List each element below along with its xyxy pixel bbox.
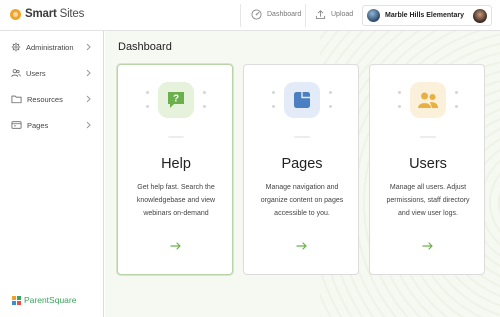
sidebar: Administration Users Resources Pages Par… bbox=[0, 31, 104, 317]
dashboard-link-label: Dashboard bbox=[267, 11, 302, 18]
sidebar-item-label: Users bbox=[26, 68, 46, 78]
card-title: Pages bbox=[281, 156, 323, 172]
decor-dot bbox=[203, 105, 206, 108]
sidebar-item-label: Pages bbox=[27, 120, 49, 130]
sidebar-item-users[interactable]: Users bbox=[0, 60, 104, 86]
parentsquare-logo[interactable]: ParentSquare bbox=[12, 295, 76, 305]
sidebar-item-resources[interactable]: Resources bbox=[0, 86, 104, 112]
chevron-right-icon bbox=[86, 95, 91, 103]
card-description: Manage navigation and organize content o… bbox=[260, 184, 344, 217]
brand-name-bold: Smart bbox=[25, 8, 57, 20]
brand-mark-icon bbox=[10, 8, 21, 20]
pages-card[interactable]: Pages Manage navigation and organize con… bbox=[243, 64, 359, 275]
topbar-divider bbox=[240, 4, 241, 27]
arrow-right-icon[interactable] bbox=[170, 242, 182, 250]
topbar-divider bbox=[305, 4, 306, 27]
decor-dot bbox=[272, 105, 275, 108]
icon-shadow bbox=[420, 136, 436, 138]
decor-dot bbox=[272, 91, 275, 94]
chevron-right-icon bbox=[86, 121, 91, 129]
help-chat-icon: ? bbox=[158, 82, 194, 118]
smart-sites-logo[interactable]: Smart Sites bbox=[10, 8, 84, 20]
arrow-right-icon[interactable] bbox=[422, 242, 434, 250]
sidebar-item-pages[interactable]: Pages bbox=[0, 112, 104, 138]
decor-dot bbox=[146, 105, 149, 108]
parentsquare-mark-icon bbox=[12, 295, 21, 305]
decor-dot bbox=[398, 105, 401, 108]
decor-dot bbox=[455, 105, 458, 108]
sidebar-item-label: Administration bbox=[26, 42, 74, 52]
icon-shadow bbox=[294, 136, 310, 138]
upload-link-label: Upload bbox=[331, 11, 354, 18]
dashboard-link[interactable]: Dashboard bbox=[251, 9, 301, 20]
gear-icon bbox=[11, 42, 21, 52]
school-name: Marble Hills Elementary bbox=[385, 12, 464, 19]
school-switcher[interactable]: Marble Hills Elementary bbox=[362, 5, 492, 26]
main-content: Dashboard ? Help Get help fast. Search t… bbox=[105, 31, 500, 317]
card-title: Help bbox=[161, 156, 191, 172]
chevron-right-icon bbox=[86, 43, 91, 51]
upload-link[interactable]: Upload bbox=[315, 9, 353, 20]
user-avatar[interactable] bbox=[473, 8, 487, 23]
help-card[interactable]: ? Help Get help fast. Search the knowled… bbox=[117, 64, 233, 275]
upload-icon bbox=[315, 10, 326, 19]
decor-dot bbox=[455, 91, 458, 94]
speedometer-icon bbox=[251, 9, 262, 20]
svg-text:?: ? bbox=[173, 94, 179, 105]
top-bar: Smart Sites Dashboard Upload Marble Hill… bbox=[0, 0, 500, 31]
chevron-right-icon bbox=[86, 69, 91, 77]
pages-icon bbox=[284, 82, 320, 118]
arrow-right-icon[interactable] bbox=[296, 242, 308, 250]
decor-dot bbox=[398, 91, 401, 94]
users-icon bbox=[11, 69, 21, 77]
decor-dot bbox=[329, 91, 332, 94]
icon-shadow bbox=[168, 136, 184, 138]
card-title: Users bbox=[409, 156, 447, 172]
decor-dot bbox=[146, 91, 149, 94]
brand-name-rest: Sites bbox=[56, 8, 85, 20]
card-description: Get help fast. Search the knowledgebase … bbox=[136, 184, 216, 217]
users-card[interactable]: Users Manage all users. Adjust permissio… bbox=[369, 64, 485, 275]
folder-icon bbox=[11, 95, 22, 104]
decor-dot bbox=[329, 105, 332, 108]
sidebar-item-label: Resources bbox=[27, 94, 63, 104]
decor-dot bbox=[203, 91, 206, 94]
page-title: Dashboard bbox=[118, 41, 172, 53]
pages-icon bbox=[11, 121, 22, 129]
parentsquare-text: ParentSquare bbox=[24, 295, 77, 305]
sidebar-item-administration[interactable]: Administration bbox=[0, 34, 104, 60]
users-icon bbox=[410, 82, 446, 118]
card-description: Manage all users. Adjust permissions, st… bbox=[386, 184, 470, 217]
school-avatar bbox=[367, 9, 380, 22]
